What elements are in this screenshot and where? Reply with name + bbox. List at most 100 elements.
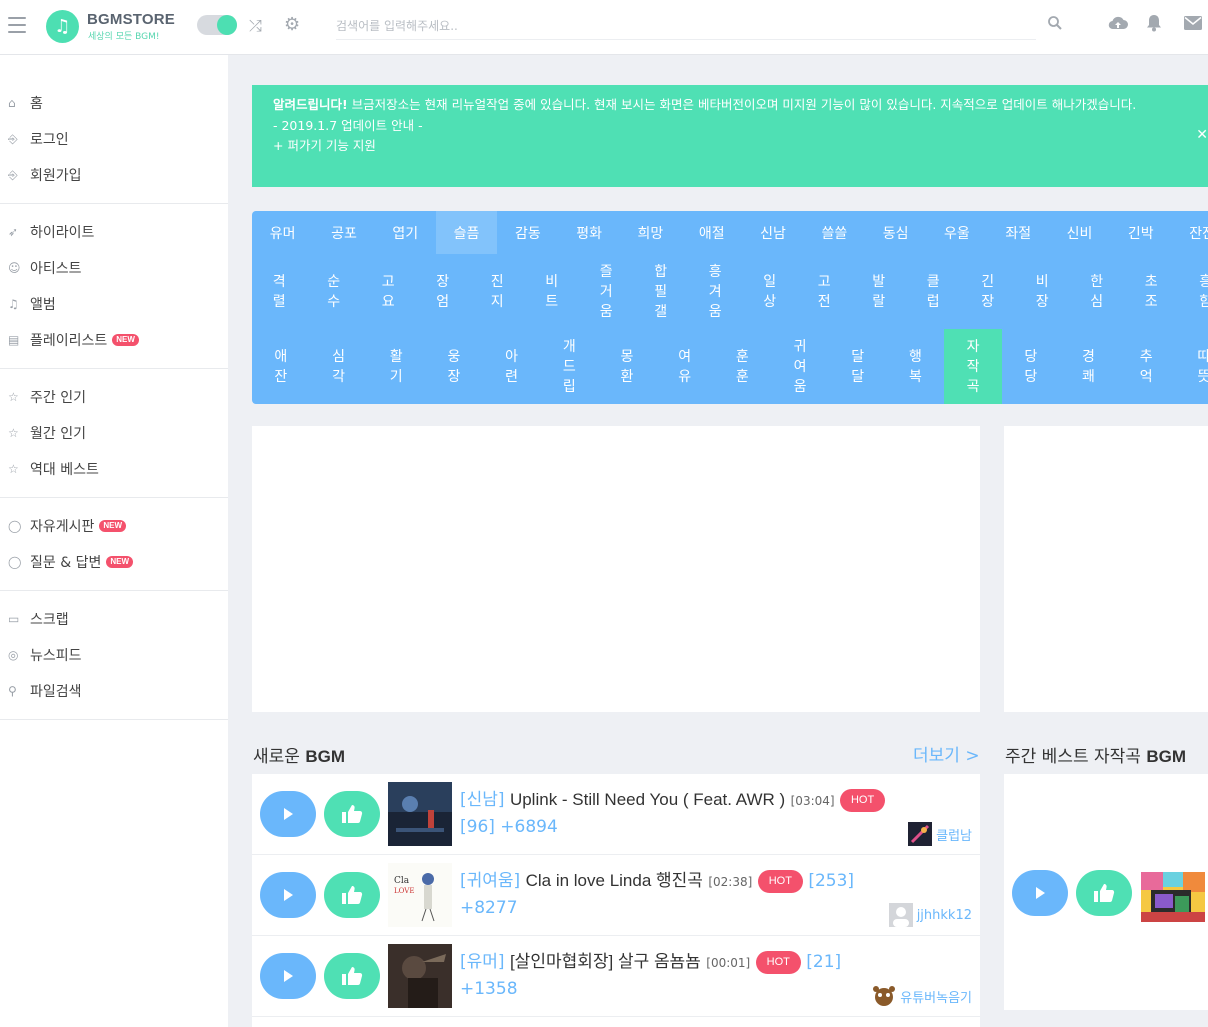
shuffle-icon[interactable]: ⤮ [249,16,262,36]
category-item[interactable]: 흥함 [1179,254,1208,329]
category-item[interactable]: 긴박 [1110,211,1171,254]
category-item[interactable]: 경쾌 [1060,329,1118,404]
category-item[interactable]: 달달 [829,329,887,404]
close-icon[interactable]: ✕ [1196,125,1208,146]
category-item[interactable]: 훈훈 [714,329,772,404]
play-button[interactable] [1012,870,1068,916]
category-item[interactable]: 자작곡 [944,329,1002,404]
category-item[interactable]: 즐거움 [579,254,634,329]
category-item[interactable]: 좌절 [988,211,1049,254]
weekly-album-art[interactable] [1141,872,1205,922]
category-item[interactable]: 신비 [1049,211,1110,254]
sidebar-item[interactable]: ⚲ 파일검색 [0,673,228,709]
uploader[interactable]: 클럽남 [908,822,972,846]
category-item[interactable]: 엽기 [375,211,436,254]
category-item[interactable]: 비장 [1015,254,1070,329]
logo-name[interactable]: BGMSTORE [87,11,175,28]
category-item[interactable]: 감동 [497,211,558,254]
album-art[interactable] [388,782,452,846]
sidebar-item[interactable]: ☆ 주간 인기 [0,379,228,415]
album-art[interactable]: Cla LOVE [388,863,452,927]
category-item[interactable]: 신남 [742,211,803,254]
category-item[interactable]: 개드립 [540,329,598,404]
sidebar-item[interactable]: ▤ 플레이리스트 NEW [0,322,228,358]
play-button[interactable] [260,791,316,837]
category-item[interactable]: 잔잔 [1171,211,1208,254]
category-item[interactable]: 우울 [926,211,987,254]
category-item[interactable]: 초조 [1124,254,1179,329]
category-item[interactable]: 합필갤 [634,254,689,329]
category-item[interactable]: 흥겨움 [688,254,743,329]
category-item[interactable]: 장엄 [416,254,471,329]
track-category[interactable]: [유머] [460,952,505,972]
search-icon[interactable] [1047,15,1063,31]
category-item[interactable]: 따뜻 [1175,329,1208,404]
uploader[interactable]: 유튜버녹음기 [872,984,972,1008]
sidebar-item[interactable]: ♫ 앨범 [0,286,228,322]
album-art[interactable] [388,944,452,1008]
track-title[interactable]: Uplink - Still Need You ( Feat. AWR ) [510,790,785,809]
category-item[interactable]: 슬픔 [435,211,498,254]
like-button[interactable] [1076,870,1132,916]
category-item[interactable]: 당당 [1002,329,1060,404]
category-item[interactable]: 고전 [797,254,852,329]
sidebar-item[interactable]: ☺ 아티스트 [0,250,228,286]
category-item[interactable]: 아련 [483,329,541,404]
bell-icon[interactable] [1146,14,1162,32]
category-item[interactable]: 평화 [558,211,619,254]
like-button[interactable] [324,791,380,837]
mail-icon[interactable] [1184,16,1202,30]
category-item[interactable]: 행복 [887,329,945,404]
sidebar-item[interactable]: ⎆ 회원가입 [0,157,228,193]
uploader[interactable]: jjhhkk12 [888,903,972,927]
track-title[interactable]: Cla in love Linda 행진곡 [526,871,703,890]
play-button[interactable] [260,953,316,999]
category-item[interactable]: 추억 [1117,329,1175,404]
track-title[interactable]: [살인마협회장] 살구 옴뇸뇸 [510,952,701,971]
category-item[interactable]: 심각 [310,329,368,404]
category-item[interactable]: 웅장 [425,329,483,404]
logo-music-icon[interactable]: ♫ [46,10,79,43]
sidebar-item[interactable]: ➶ 하이라이트 [0,214,228,250]
like-button[interactable] [324,872,380,918]
play-button[interactable] [260,872,316,918]
category-item[interactable]: 발랄 [852,254,907,329]
category-item[interactable]: 공포 [313,211,374,254]
category-item[interactable]: 동심 [865,211,926,254]
category-item[interactable]: 한심 [1070,254,1125,329]
gear-icon[interactable]: ⚙ [284,14,300,35]
like-button[interactable] [324,953,380,999]
more-link[interactable]: 더보기 > [913,741,980,766]
track-category[interactable]: [신남] [460,790,505,810]
category-item[interactable]: 귀여움 [771,329,829,404]
ad-banner-left[interactable] [252,426,980,712]
menu-icon[interactable] [8,17,26,33]
category-item[interactable]: 애잔 [252,329,310,404]
category-item[interactable]: 유머 [252,211,313,254]
category-item[interactable]: 순수 [307,254,362,329]
sidebar-item[interactable]: ☆ 월간 인기 [0,415,228,451]
ad-banner-right[interactable] [1004,426,1208,712]
category-item[interactable]: 여유 [656,329,714,404]
category-item[interactable]: 진지 [470,254,525,329]
cloud-upload-icon[interactable] [1108,15,1128,31]
category-item[interactable]: 쓸쓸 [804,211,865,254]
sidebar-item[interactable]: ☆ 역대 베스트 [0,451,228,487]
category-item[interactable]: 몽환 [598,329,656,404]
category-item[interactable]: 격렬 [252,254,307,329]
track-category[interactable]: [귀여움] [460,871,520,891]
search-input[interactable] [336,12,1036,40]
category-item[interactable]: 고요 [361,254,416,329]
sidebar-item[interactable]: ▭ 스크랩 [0,601,228,637]
sidebar-item[interactable]: ⌂ 홈 [0,85,228,121]
category-item[interactable]: 활기 [367,329,425,404]
category-item[interactable]: 일상 [743,254,798,329]
sidebar-item[interactable]: ◯ 질문 & 답변 NEW [0,544,228,580]
category-item[interactable]: 클럽 [906,254,961,329]
sidebar-item[interactable]: ⎆ 로그인 [0,121,228,157]
sidebar-item[interactable]: ◯ 자유게시판 NEW [0,508,228,544]
sidebar-item[interactable]: ◎ 뉴스피드 [0,637,228,673]
theme-toggle[interactable] [197,15,237,35]
category-item[interactable]: 긴장 [961,254,1016,329]
category-item[interactable]: 희망 [620,211,681,254]
